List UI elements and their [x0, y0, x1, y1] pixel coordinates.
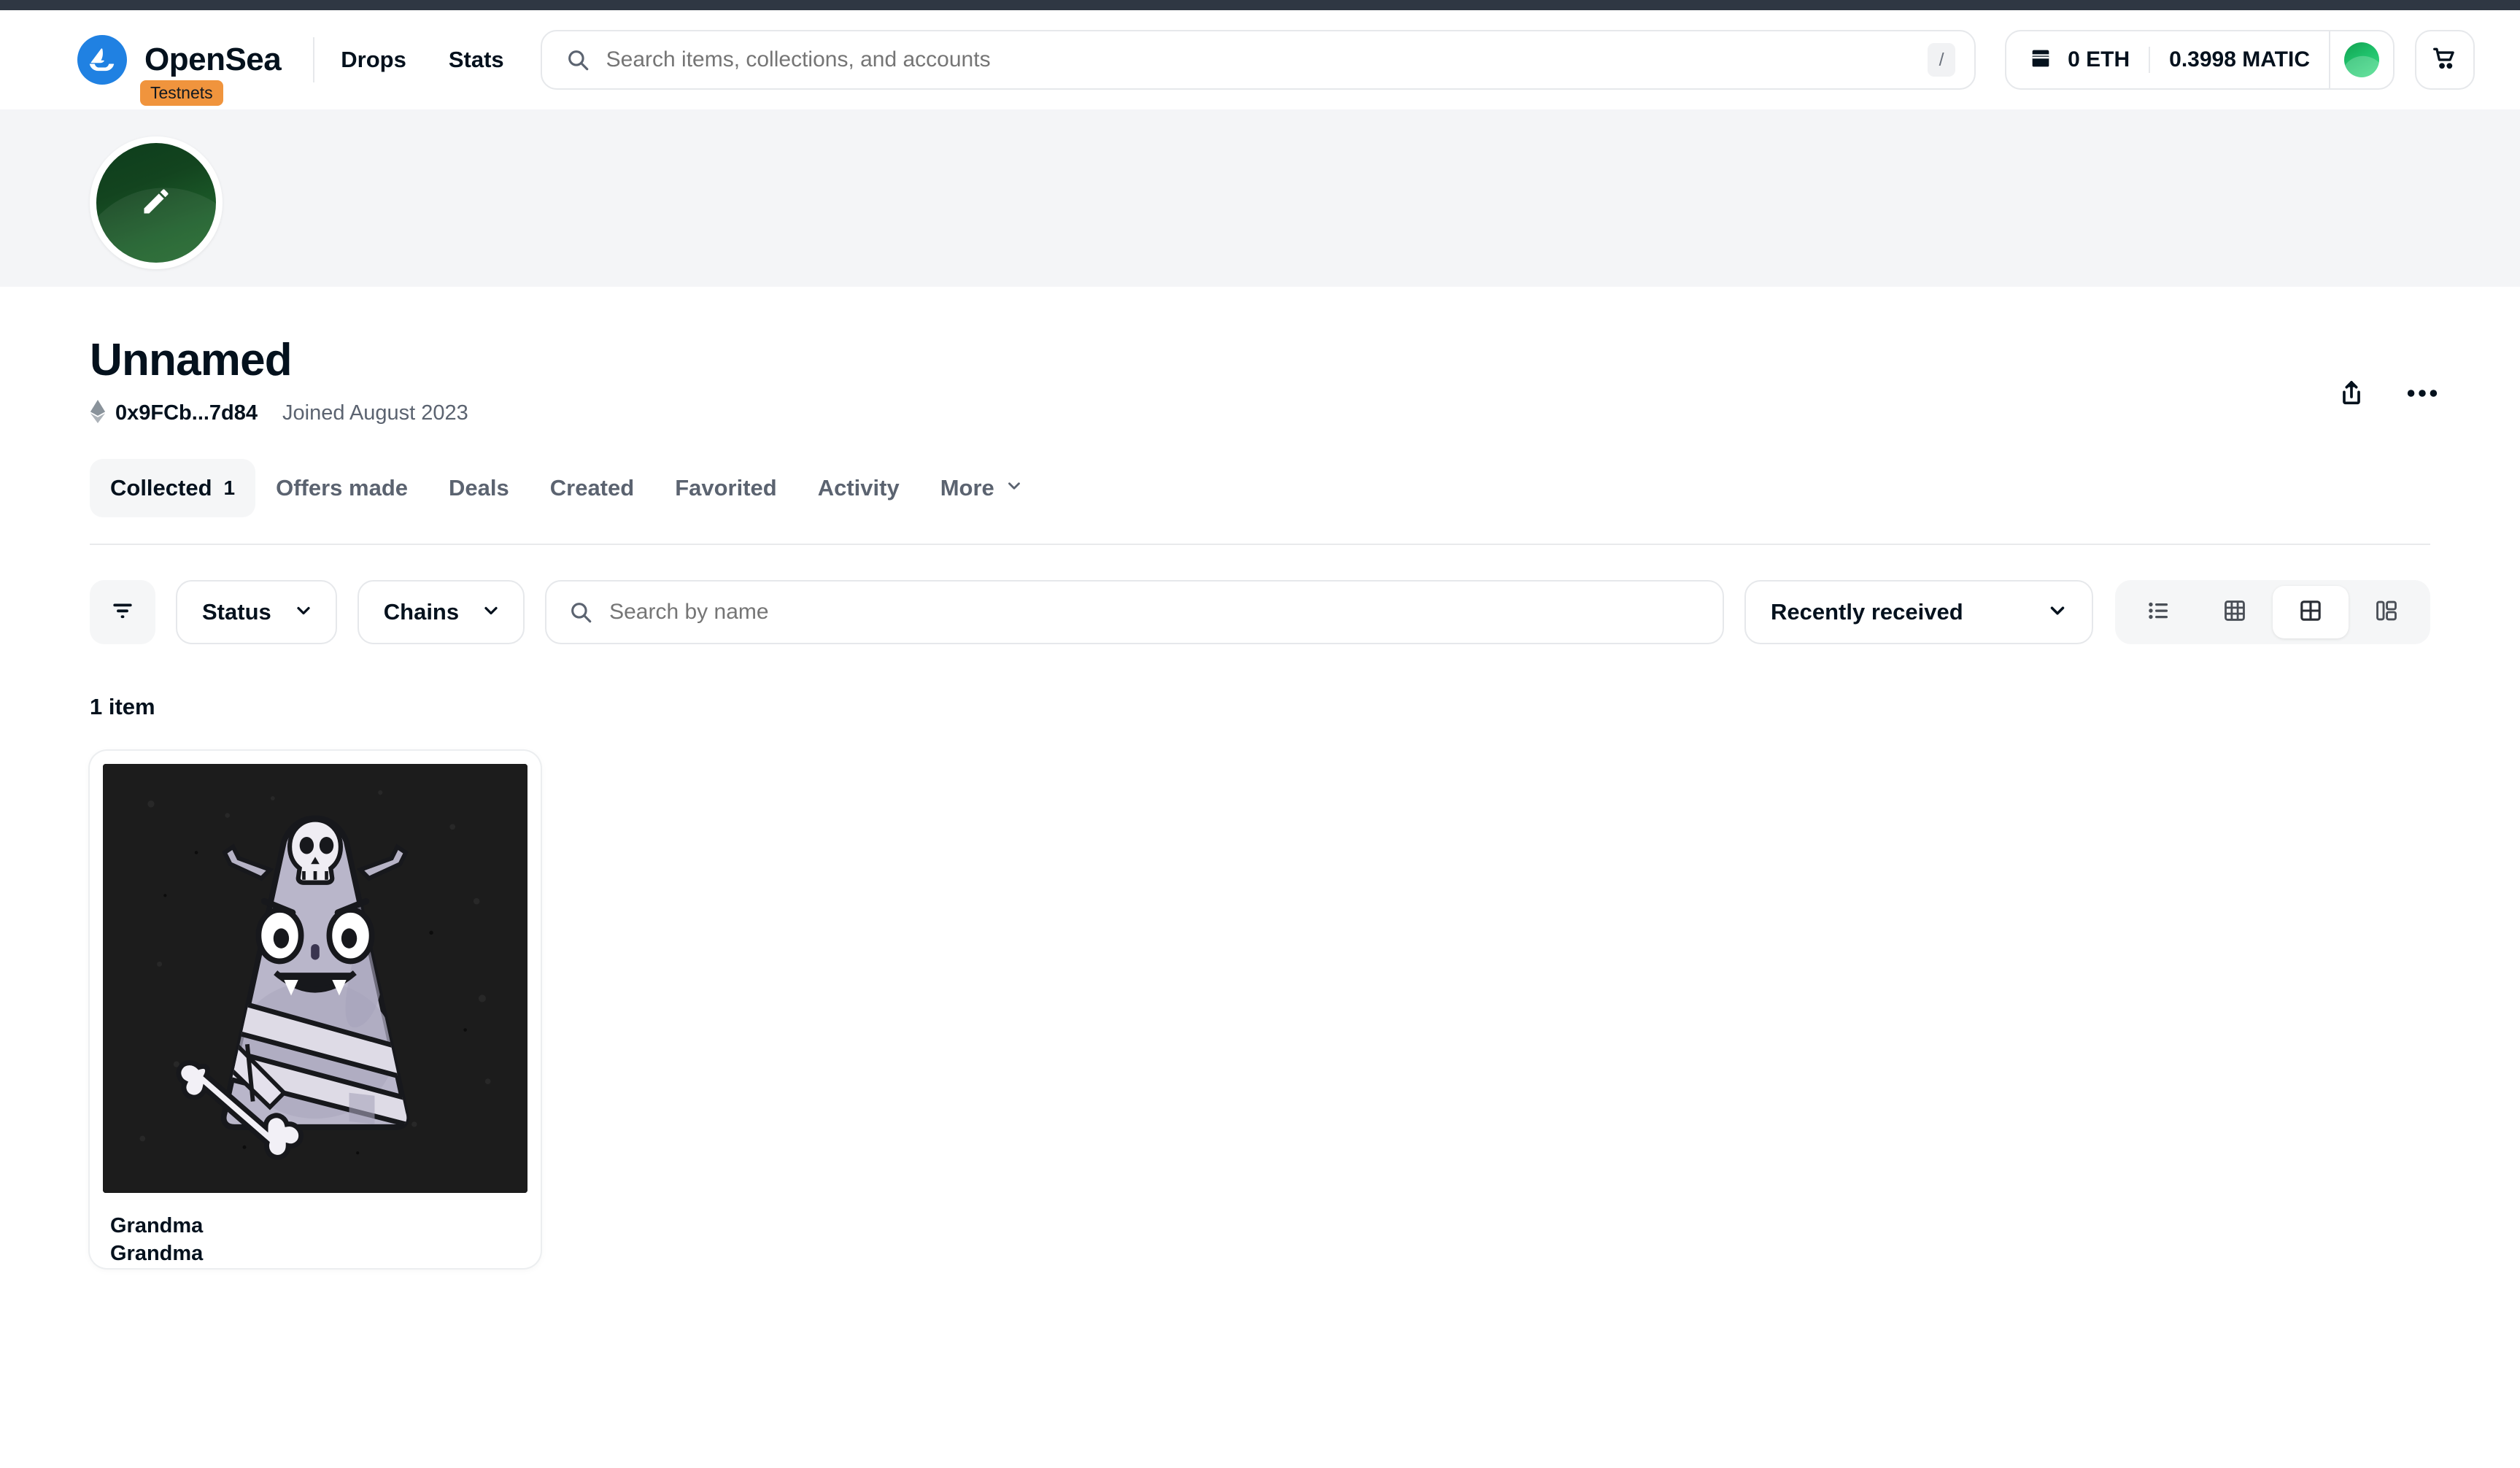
nft-artwork — [103, 764, 527, 1194]
filter-lines-icon — [109, 597, 136, 628]
chevron-down-icon — [1005, 475, 1024, 501]
items-grid: Grandma Grandma — [0, 751, 2520, 1268]
tab-activity-label: Activity — [817, 475, 900, 501]
ethereum-icon — [90, 400, 106, 427]
tab-collected-label: Collected — [110, 475, 212, 501]
tab-collected-count: 1 — [223, 476, 236, 500]
shopping-cart-icon — [2431, 45, 2459, 76]
columns-layout-icon — [2374, 598, 2399, 627]
view-toggle-list[interactable] — [2121, 586, 2197, 638]
status-filter-label: Status — [202, 599, 271, 625]
profile-tabs-section: Collected 1 Offers made Deals Created Fa… — [0, 459, 2520, 546]
profile-meta-row: 0x9FCb...7d84 Joined August 2023 — [90, 400, 2430, 427]
share-button[interactable] — [2337, 379, 2366, 412]
chevron-down-icon — [2046, 600, 2068, 625]
user-avatar-icon — [2344, 42, 2379, 77]
wallet-icon — [2028, 46, 2053, 74]
brand-logo-link[interactable]: OpenSea Testnets — [77, 35, 282, 106]
tab-offers-made[interactable]: Offers made — [255, 459, 428, 517]
profile-banner — [0, 109, 2520, 287]
tabs-bottom-divider — [90, 544, 2430, 546]
account-avatar-button[interactable] — [2330, 31, 2393, 88]
status-filter-dropdown[interactable]: Status — [176, 580, 337, 645]
browser-chrome-strip — [0, 0, 2520, 10]
tab-more-label: More — [940, 475, 994, 501]
joined-date-text: Joined August 2023 — [282, 401, 468, 425]
global-search-input[interactable] — [606, 47, 1928, 72]
tab-deals[interactable]: Deals — [428, 459, 530, 517]
brand-name-text: OpenSea — [144, 42, 282, 77]
profile-action-buttons — [2337, 379, 2438, 412]
chains-filter-dropdown[interactable]: Chains — [357, 580, 525, 645]
nav-link-stats[interactable]: Stats — [449, 47, 504, 73]
opensea-sailboat-icon — [77, 35, 127, 85]
chains-filter-label: Chains — [383, 599, 460, 625]
search-icon — [565, 47, 590, 72]
nft-card[interactable]: Grandma Grandma — [90, 751, 541, 1268]
top-navigation-bar: OpenSea Testnets Drops Stats / — [0, 10, 2520, 109]
tab-offers-made-label: Offers made — [276, 475, 409, 501]
name-search-box[interactable] — [545, 580, 1724, 645]
nft-item-name: Grandma — [110, 1242, 204, 1266]
matic-balance-text: 0.3998 MATIC — [2169, 47, 2310, 72]
view-toggle-dense-grid[interactable] — [2197, 586, 2273, 638]
view-mode-toggle-group — [2115, 580, 2430, 645]
primary-nav-links: Drops Stats — [341, 47, 503, 73]
wallet-balances-button[interactable]: 0 ETH 0.3998 MATIC — [2006, 31, 2329, 88]
global-search-box[interactable]: / — [540, 30, 1976, 90]
filter-toolbar: Status Chains Recently received — [0, 580, 2520, 645]
balance-separator — [2149, 47, 2151, 73]
profile-tabs: Collected 1 Offers made Deals Created Fa… — [90, 459, 2447, 518]
tab-more[interactable]: More — [920, 459, 1044, 517]
wallet-address-text[interactable]: 0x9FCb...7d84 — [115, 401, 258, 425]
view-toggle-large-grid[interactable] — [2273, 586, 2349, 639]
testnets-badge: Testnets — [140, 80, 223, 106]
search-shortcut-key: / — [1928, 43, 1956, 77]
grid-3x3-icon — [2222, 598, 2247, 627]
sort-dropdown-label: Recently received — [1771, 599, 1963, 625]
search-icon — [568, 600, 593, 625]
tab-activity[interactable]: Activity — [797, 459, 920, 517]
sort-dropdown[interactable]: Recently received — [1744, 580, 2093, 645]
eth-balance-text: 0 ETH — [2068, 47, 2130, 72]
grid-2x2-icon — [2298, 598, 2323, 627]
profile-avatar-edit-button[interactable] — [90, 136, 223, 269]
page-title: Unnamed — [90, 335, 293, 385]
nav-vertical-divider — [313, 37, 315, 82]
pencil-edit-icon — [140, 185, 172, 221]
tab-collected[interactable]: Collected 1 — [90, 459, 256, 518]
results-count: 1 item — [90, 694, 155, 720]
profile-info-section: Unnamed 0x9FCb...7d84 Joined August 2023 — [0, 336, 2520, 427]
filter-toggle-button[interactable] — [90, 580, 155, 645]
nft-collection-name: Grandma — [110, 1214, 204, 1238]
wallet-balance-group: 0 ETH 0.3998 MATIC — [2005, 30, 2395, 90]
nav-link-drops[interactable]: Drops — [341, 47, 406, 73]
tab-created-label: Created — [549, 475, 635, 501]
tab-favorited[interactable]: Favorited — [654, 459, 797, 517]
name-search-input[interactable] — [609, 600, 1701, 625]
share-icon — [2337, 379, 2366, 412]
more-options-button[interactable] — [2407, 388, 2438, 402]
list-view-icon — [2146, 598, 2171, 627]
chevron-down-icon — [481, 600, 501, 625]
tab-favorited-label: Favorited — [675, 475, 777, 501]
shopping-cart-button[interactable] — [2415, 30, 2475, 90]
tab-deals-label: Deals — [449, 475, 509, 501]
more-horizontal-icon — [2407, 388, 2438, 402]
grey-monster-mummy-artwork — [103, 764, 527, 1194]
nft-card-meta: Grandma Grandma — [90, 1193, 541, 1268]
tab-created[interactable]: Created — [530, 459, 654, 517]
chevron-down-icon — [293, 600, 314, 625]
global-search-container: / — [540, 30, 1976, 90]
nft-image-container — [90, 751, 541, 1194]
view-toggle-detail[interactable] — [2349, 586, 2424, 638]
